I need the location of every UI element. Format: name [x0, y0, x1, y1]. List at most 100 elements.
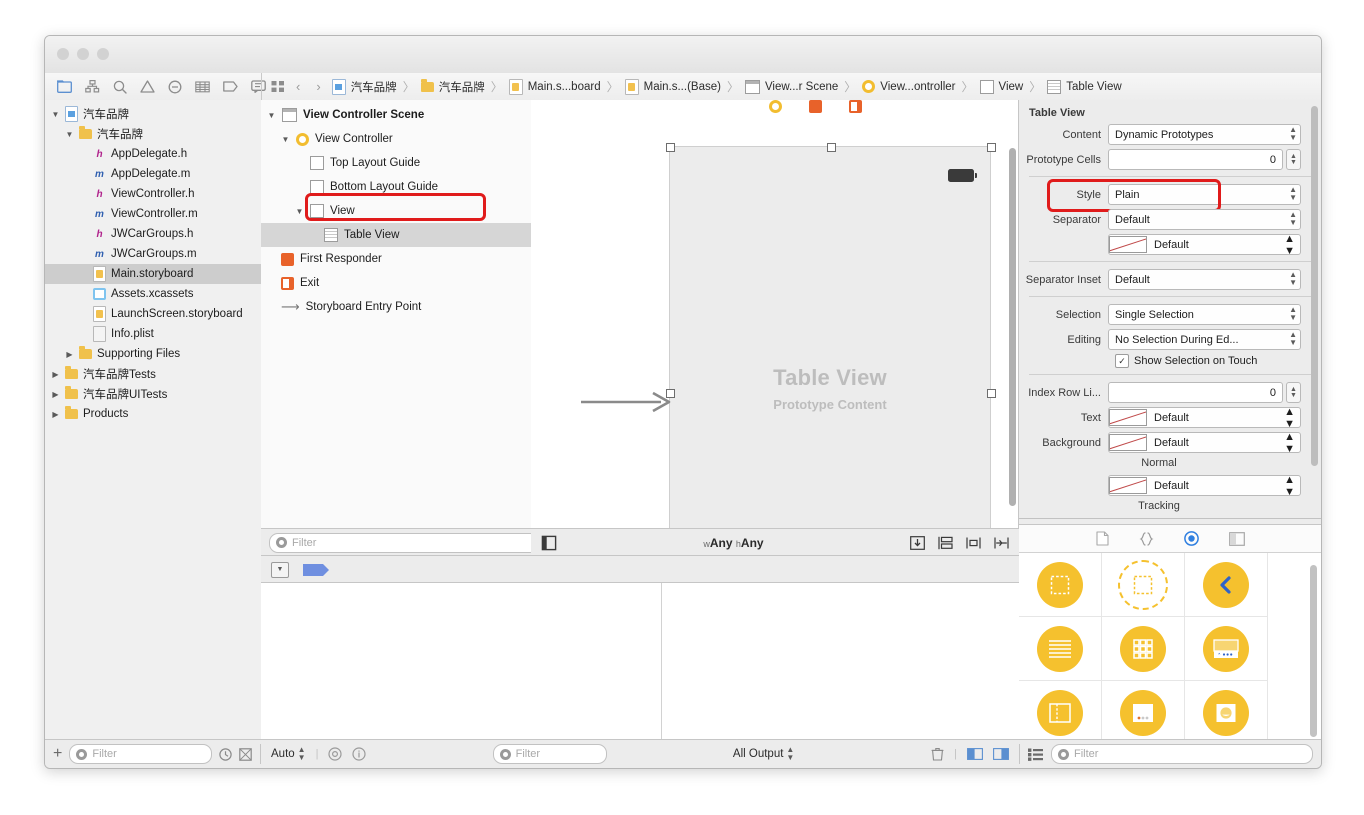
- outline-row-exit[interactable]: Exit: [261, 271, 531, 295]
- color-swatch[interactable]: [1109, 434, 1147, 451]
- jump-forward-button[interactable]: ›: [311, 79, 325, 94]
- size-class-label[interactable]: wAny hAny: [557, 536, 910, 550]
- prototype-cells-stepper[interactable]: ▲ ▼: [1286, 149, 1301, 170]
- disclosure-triangle[interactable]: ▼: [51, 110, 60, 119]
- add-button[interactable]: +: [53, 746, 62, 762]
- index-row-limit-stepper[interactable]: ▲ ▼: [1286, 382, 1301, 403]
- library-item-container-view[interactable]: [1102, 553, 1185, 617]
- clear-console-icon[interactable]: [931, 747, 944, 761]
- navigator-row-1[interactable]: ▼ 汽车品牌: [45, 124, 261, 144]
- scope-icon[interactable]: [328, 747, 343, 761]
- viewcontroller-dock-icon[interactable]: [769, 100, 782, 113]
- style-popup[interactable]: Plain ▲ ▼: [1108, 184, 1301, 205]
- navigator-row-15[interactable]: ▶ Products: [45, 404, 261, 424]
- color-swatch[interactable]: [1109, 236, 1147, 253]
- zoom-button[interactable]: [97, 48, 109, 60]
- library-scrollbar[interactable]: [1310, 565, 1317, 737]
- breadcrumb-item-2[interactable]: Main.s...board: [528, 81, 601, 93]
- resize-handle-tc[interactable]: [827, 143, 836, 152]
- pin-icon[interactable]: [994, 536, 1009, 550]
- disclosure-triangle[interactable]: ▶: [51, 410, 60, 419]
- issue-navigator-icon[interactable]: [140, 80, 155, 93]
- navigator-row-12[interactable]: ▶ Supporting Files: [45, 344, 261, 364]
- resize-handle-tr[interactable]: [987, 143, 996, 152]
- variables-view[interactable]: [261, 583, 662, 740]
- align-icon[interactable]: [966, 536, 981, 550]
- exit-dock-icon[interactable]: [849, 100, 862, 113]
- navigator-row-13[interactable]: ▶ 汽车品牌Tests: [45, 364, 261, 384]
- file-template-library-icon[interactable]: [1095, 531, 1109, 546]
- outline-row-view[interactable]: ▼ View: [261, 199, 531, 223]
- debug-navigator-icon[interactable]: [195, 80, 210, 93]
- library-item-page-control[interactable]: [1102, 681, 1185, 740]
- disclosure-triangle[interactable]: ▶: [51, 390, 60, 399]
- resize-handle-tl[interactable]: [666, 143, 675, 152]
- index-tracking-color-combo[interactable]: Default ▲ ▼: [1108, 475, 1301, 496]
- navigator-row-5[interactable]: ▶ m ViewController.m: [45, 204, 261, 224]
- navigator-row-0[interactable]: ▼ 汽车品牌: [45, 104, 261, 124]
- resize-handle-mr[interactable]: [987, 389, 996, 398]
- disclosure-triangle[interactable]: ▼: [281, 135, 290, 144]
- breadcrumb-item-7[interactable]: Table View: [1066, 81, 1121, 93]
- jump-back-button[interactable]: ‹: [291, 79, 305, 94]
- output-dropdown[interactable]: All Output ▲ ▼: [733, 746, 794, 762]
- library-item-split-view[interactable]: [1019, 681, 1102, 740]
- code-snippet-library-icon[interactable]: [1139, 531, 1154, 546]
- library-item-navigation-bar[interactable]: [1185, 553, 1268, 617]
- library-item-collection-view[interactable]: [1102, 617, 1185, 681]
- navigator-row-6[interactable]: ▶ h JWCarGroups.h: [45, 224, 261, 244]
- separator-inset-popup[interactable]: Default ▲ ▼: [1108, 269, 1301, 290]
- navigator-row-10[interactable]: ▶ LaunchScreen.storyboard: [45, 304, 261, 324]
- content-popup[interactable]: Dynamic Prototypes ▲ ▼: [1108, 124, 1301, 145]
- selection-popup[interactable]: Single Selection ▲ ▼: [1108, 304, 1301, 325]
- find-navigator-icon[interactable]: [113, 80, 127, 94]
- outline-row-first-responder[interactable]: First Responder: [261, 247, 531, 271]
- breadcrumb-item-3[interactable]: Main.s...(Base): [644, 81, 721, 93]
- recent-files-filter-icon[interactable]: [219, 747, 232, 761]
- disclosure-triangle[interactable]: ▶: [51, 370, 60, 379]
- separator-color-combo[interactable]: Default ▲ ▼: [1108, 234, 1301, 255]
- inspector-scrollbar[interactable]: [1311, 106, 1318, 466]
- console-view[interactable]: [662, 583, 1019, 740]
- source-control-filter-icon[interactable]: [239, 747, 252, 761]
- related-items-icon[interactable]: [271, 80, 285, 93]
- disclosure-triangle[interactable]: ▼: [295, 207, 304, 216]
- navigator-row-7[interactable]: ▶ m JWCarGroups.m: [45, 244, 261, 264]
- outline-row-view-controller[interactable]: ▼ View Controller: [261, 127, 531, 151]
- test-navigator-icon[interactable]: [168, 80, 182, 94]
- minimize-button[interactable]: [77, 48, 89, 60]
- navigator-row-9[interactable]: ▶ Assets.xcassets: [45, 284, 261, 304]
- prototype-cells-input[interactable]: 0: [1108, 149, 1283, 170]
- outline-row-table-view[interactable]: Table View: [261, 223, 531, 247]
- breakpoint-toggle-icon[interactable]: [303, 563, 329, 576]
- console-filter-input[interactable]: Filter: [492, 744, 607, 764]
- auto-dropdown[interactable]: Auto ▲ ▼: [271, 746, 306, 762]
- outline-row-entry-point[interactable]: ⟶ Storyboard Entry Point: [261, 295, 531, 319]
- breadcrumb-item-5[interactable]: View...ontroller: [880, 81, 955, 93]
- hide-debug-area-button[interactable]: ▼: [271, 561, 289, 578]
- navigator-row-2[interactable]: ▶ h AppDelegate.h: [45, 144, 261, 164]
- symbol-navigator-icon[interactable]: [85, 80, 100, 93]
- canvas-vertical-scrollbar[interactable]: [1009, 148, 1016, 506]
- outline-row-scene[interactable]: ▼ View Controller Scene: [261, 103, 531, 127]
- outline-filter-input[interactable]: Filter: [269, 532, 539, 553]
- disclosure-triangle[interactable]: ▼: [267, 111, 276, 120]
- info-icon[interactable]: [352, 747, 367, 761]
- navigator-row-14[interactable]: ▶ 汽车品牌UITests: [45, 384, 261, 404]
- show-selection-checkbox[interactable]: ✓: [1115, 354, 1129, 368]
- library-item-tool-bar[interactable]: [1185, 617, 1268, 681]
- navigator-row-3[interactable]: ▶ m AppDelegate.m: [45, 164, 261, 184]
- breadcrumb-item-0[interactable]: 汽车品牌: [351, 79, 397, 95]
- editing-popup[interactable]: No Selection During Ed... ▲ ▼: [1108, 329, 1301, 350]
- library-item-image-view[interactable]: [1185, 681, 1268, 740]
- close-button[interactable]: [57, 48, 69, 60]
- disclosure-triangle[interactable]: ▼: [65, 130, 74, 139]
- resolve-auto-layout-issues-icon[interactable]: [910, 535, 925, 550]
- index-background-color-combo[interactable]: Default ▲ ▼: [1108, 432, 1301, 453]
- first-responder-dock-icon[interactable]: [809, 100, 822, 113]
- embed-in-stack-icon[interactable]: [938, 536, 953, 550]
- breadcrumb-item-4[interactable]: View...r Scene: [765, 81, 838, 93]
- index-text-color-combo[interactable]: Default ▲ ▼: [1108, 407, 1301, 428]
- navigator-filter-input[interactable]: Filter: [69, 744, 212, 764]
- navigator-row-4[interactable]: ▶ h ViewController.h: [45, 184, 261, 204]
